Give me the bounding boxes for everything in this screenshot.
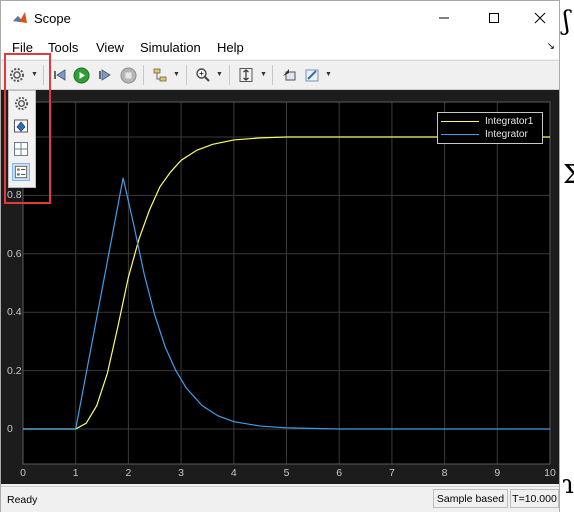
- legend-item-integrator: Integrator: [441, 128, 528, 141]
- y-tick-label: 0.2: [7, 364, 22, 377]
- legend-label: Integrator1: [485, 116, 534, 127]
- legend[interactable]: Integrator1 Integrator: [437, 112, 543, 144]
- highlight-annotation-box: [4, 53, 51, 204]
- background-doodle: ʃ: [563, 6, 571, 36]
- x-tick-label: 0: [20, 467, 26, 479]
- legend-swatch: [441, 134, 479, 135]
- y-tick-label: 0: [7, 422, 13, 435]
- scope-window: Scope File Tools View Simulation Help ↘ …: [0, 0, 560, 512]
- x-tick-label: 9: [494, 467, 501, 479]
- x-tick-label: 2: [125, 467, 132, 479]
- plot-svg: [22, 101, 551, 465]
- x-tick-label: 8: [441, 467, 448, 479]
- status-bar: Ready Sample based T=10.000: [1, 486, 559, 512]
- x-tick-label: 10: [544, 467, 556, 479]
- x-tick-label: 7: [388, 467, 395, 479]
- background-doodle: Σ: [563, 160, 574, 190]
- legend-swatch: [441, 121, 479, 122]
- y-tick-label: 0.6: [7, 247, 22, 260]
- legend-item-integrator1: Integrator1: [441, 115, 533, 128]
- legend-label: Integrator: [485, 129, 528, 140]
- x-tick-label: 5: [283, 467, 290, 479]
- x-tick-label: 1: [72, 467, 79, 479]
- time-indicator: T=10.000: [510, 489, 559, 508]
- x-tick-label: 4: [230, 467, 237, 479]
- status-text: Ready: [7, 494, 38, 506]
- y-tick-label: 0.4: [7, 306, 22, 319]
- sample-mode-indicator: Sample based: [433, 489, 508, 508]
- x-tick-label: 3: [178, 467, 185, 479]
- background-doodle: ɿ: [562, 470, 574, 500]
- x-tick-label: 6: [336, 467, 343, 479]
